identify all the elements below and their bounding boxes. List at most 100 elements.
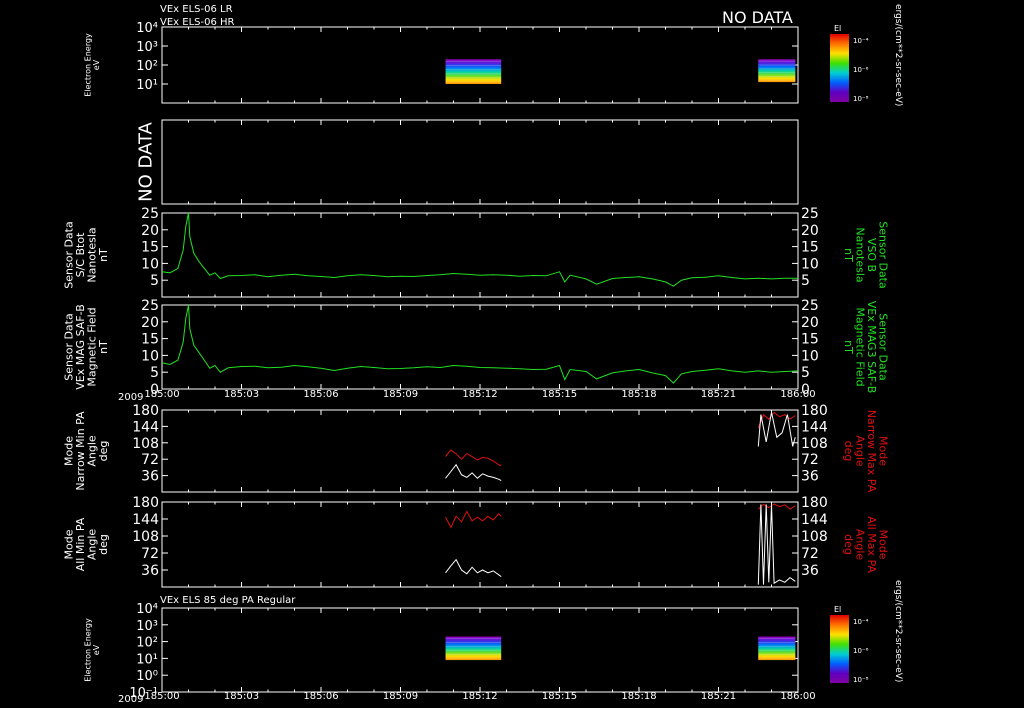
y-tick-label-right: 5: [801, 365, 810, 381]
y-axis-label-group: Electron Energy eV: [84, 618, 101, 682]
mid-title: VEx ELS 85 deg PA Regular: [160, 595, 296, 606]
y-axis-label-left-group: ModeNarrow Min PAAngledeg: [63, 411, 111, 491]
colorbar: [830, 34, 849, 102]
no-data-panel-label-group: NO DATA: [135, 121, 156, 201]
y-axis-label-left: deg: [97, 534, 110, 555]
colorbar-tick-label: 10⁻⁶: [853, 647, 869, 655]
y-tick-label-left: 20: [141, 315, 159, 331]
year-label-top: 2009: [118, 392, 143, 403]
panel-frame-6: [161, 501, 799, 588]
series-line-2-segment-2: [757, 504, 796, 585]
y-tick-label-left: 0: [150, 382, 159, 398]
y-tick-label-left: 25: [141, 206, 159, 222]
y-tick-label-left: 15: [141, 240, 159, 256]
time-tick-label-top: 185:06: [303, 389, 338, 400]
series-line-1-segment-1: [445, 510, 502, 529]
colorbar-tick-label: 10⁻⁴: [853, 37, 869, 45]
y-tick-label-left: 20: [141, 223, 159, 239]
y-axis-label-left-group: ModeAll Min PAAngledeg: [63, 517, 111, 571]
y-tick-label-right: 180: [801, 495, 828, 511]
y-tick-label-right: 36: [801, 469, 819, 485]
y-axis-label-right: deg: [842, 534, 855, 555]
y-tick-label-right: 25: [801, 206, 819, 222]
y-axis-label-group: Electron Energy eV: [84, 33, 101, 97]
y-tick-label-right: 144: [801, 419, 828, 435]
units-label-top: ergs/(cm**2-sr-sec-eV): [893, 4, 903, 106]
colorbar: [830, 615, 849, 683]
series-line-2-segment-1: [445, 463, 502, 482]
time-tick-label-bottom: 186:00: [780, 691, 815, 702]
y-axis-label-left-group: Sensor DataS/C BtotNanoteslanT: [63, 221, 111, 288]
y-axis-label-left: nT: [97, 340, 110, 354]
y-tick-label-right: 10: [801, 348, 819, 364]
spectrogram-block-1: [445, 636, 502, 661]
y-axis-label-left-group: Sensor DataVEx MAG SAF-BMagnetic FieldnT: [63, 304, 111, 390]
y-tick-label-right: 72: [801, 546, 819, 562]
plot-canvas: 185:00 185:03 185:06 185:09 185:12 185:15 185:…: [63, 4, 903, 705]
y-tick-label-right: 36: [801, 563, 819, 579]
series-line-1-segment-1: [445, 449, 502, 467]
time-tick-label-bottom: 185:12: [462, 691, 497, 702]
spectrogram-block-2: [758, 59, 796, 83]
y-tick-label-right: 20: [801, 223, 819, 239]
y-tick-label: 10¹: [136, 652, 158, 667]
series-line-1-segment-1: [161, 212, 798, 287]
spectrogram-block-2: [758, 636, 796, 661]
y-axis-label-right-group: ModeNarrow Max PAAngledeg: [842, 410, 890, 493]
colorbar-label: El: [834, 24, 841, 33]
panel-frame-3: [161, 212, 799, 298]
y-tick-label: 10¹: [136, 78, 158, 93]
header-no-data: NO DATA: [722, 8, 793, 27]
y-tick-label-left: 10: [141, 256, 159, 272]
y-tick-label-left: 36: [141, 563, 159, 579]
series-line-2-segment-1: [445, 558, 502, 578]
time-tick-label-top: 185:21: [701, 389, 736, 400]
y-tick-label-left: 5: [150, 365, 159, 381]
spectrogram-block-1: [445, 59, 502, 84]
panel-frames: [161, 26, 799, 693]
panel-frame-2: [161, 119, 799, 205]
y-tick-label-right: 108: [801, 529, 828, 545]
y-tick-label-right: 144: [801, 512, 828, 528]
header-line1: VEx ELS-06 LR: [160, 4, 233, 15]
y-tick-label-left: 108: [132, 529, 159, 545]
time-tick-label-bottom: 185:09: [383, 691, 418, 702]
y-axis-label-right: nT: [842, 340, 855, 354]
time-tick-label-bottom: 185:21: [701, 691, 736, 702]
y-tick-label-left: 36: [141, 469, 159, 485]
time-tick-label-top: 185:12: [462, 389, 497, 400]
y-tick-label-right: 0: [801, 382, 810, 398]
panel-content: [161, 34, 849, 683]
y-tick-label-left: 144: [132, 419, 159, 435]
y-tick-label-right: 15: [801, 240, 819, 256]
panel-frame-5: [161, 409, 799, 493]
y-axis-label: eV: [92, 59, 101, 70]
y-tick-label-right: 20: [801, 315, 819, 331]
y-axis-label-right-group: Sensor DataVEx MAG3 SAF-BMagnetic Fieldn…: [842, 301, 890, 394]
time-tick-label-top: 185:15: [542, 389, 577, 400]
y-tick-label-left: 25: [141, 298, 159, 314]
header-line2: VEx ELS-06 HR: [160, 17, 235, 28]
y-tick-label-right: 15: [801, 332, 819, 348]
units-label-bottom: ergs/(cm**2-sr-sec-eV): [893, 580, 903, 682]
y-tick-label-left: 5: [150, 273, 159, 289]
y-tick-label-left: 72: [141, 452, 159, 468]
y-tick-label-right: 10: [801, 256, 819, 272]
time-tick-label-top: 186:00: [780, 389, 815, 400]
y-tick-label: 10²: [136, 59, 158, 74]
no-data-panel-label: NO DATA: [135, 121, 156, 201]
y-axis-label-right: nT: [842, 248, 855, 262]
panel-frame-4: [161, 304, 799, 390]
y-tick-label: 10⁴: [136, 602, 158, 617]
y-axis-label: eV: [92, 644, 101, 655]
y-axis-label-left: nT: [97, 248, 110, 262]
y-tick-label: 10⁰: [136, 669, 158, 684]
y-tick-label-left: 72: [141, 546, 159, 562]
colorbar-label: El: [834, 605, 841, 614]
y-tick-label-right: 180: [801, 403, 828, 419]
y-tick-label-right: 5: [801, 273, 810, 289]
series-line-2-segment-2: [757, 412, 796, 447]
colorbar-tick-label: 10⁻⁴: [853, 618, 869, 626]
y-axis-label-left: deg: [97, 441, 110, 462]
y-tick-label-left: 144: [132, 512, 159, 528]
